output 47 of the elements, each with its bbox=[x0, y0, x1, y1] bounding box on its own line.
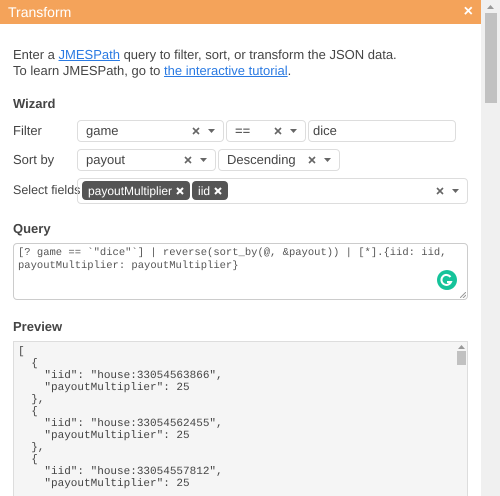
value-field[interactable]: dice bbox=[308, 120, 456, 142]
resize-handle-icon[interactable] bbox=[460, 292, 466, 298]
dialog-title: Transform bbox=[8, 2, 72, 22]
preview-line: "iid": "house:33054562455", bbox=[43, 418, 223, 430]
query-text: [? game == `"dice"`] | reverse(sort_by(@, &payout)) | [*].{iid: iid, payoutMultiplier: payoutMultiplier} bbox=[18, 247, 448, 273]
preview-line: "payoutMultiplier": 25 bbox=[43, 382, 190, 394]
intro-text: Enter a JMESPath query to filter, sort, or transform the JSON data. To learn JMESPath, go to the interactive tutorial. bbox=[13, 47, 398, 79]
jmespath-link[interactable]: JMESPath bbox=[58, 47, 120, 62]
clear-icon[interactable] bbox=[192, 126, 200, 134]
preview-line: }, bbox=[30, 442, 44, 454]
filter-label: Filter bbox=[13, 122, 43, 140]
wizard-heading: Wizard bbox=[13, 95, 56, 113]
preview-line: "payoutMultiplier": 25 bbox=[43, 430, 190, 442]
sort-field-select[interactable]: payout bbox=[77, 148, 216, 170]
remove-icon[interactable] bbox=[214, 186, 222, 194]
clear-icon[interactable] bbox=[436, 186, 444, 194]
remove-icon[interactable] bbox=[176, 186, 184, 194]
scroll-thumb[interactable] bbox=[456, 350, 466, 364]
preview-line: { bbox=[30, 406, 38, 418]
clear-icon[interactable] bbox=[184, 156, 192, 164]
preview-line: "iid": "house:33054563866", bbox=[43, 370, 223, 382]
query-textarea[interactable]: [? game == `"dice"`] | reverse(sort_by(@, &payout)) | [*].{iid: iid, payoutMultiplier: payoutMultiplier} bbox=[13, 243, 468, 300]
clear-icon[interactable] bbox=[274, 126, 282, 134]
query-heading: Query bbox=[13, 220, 52, 238]
preview-heading: Preview bbox=[13, 318, 64, 336]
preview-line: }, bbox=[30, 394, 44, 406]
field-select[interactable]: game bbox=[77, 120, 224, 142]
preview-line: { bbox=[30, 454, 38, 466]
caret-icon[interactable] bbox=[452, 188, 459, 192]
preview-line: [ bbox=[18, 346, 25, 358]
preview-line: { bbox=[30, 358, 38, 370]
preview-line: "payoutMultiplier": 25 bbox=[43, 478, 190, 490]
operator-select[interactable]: == bbox=[226, 120, 306, 142]
tutorial-link[interactable]: the interactive tutorial bbox=[164, 63, 288, 78]
caret-icon[interactable] bbox=[290, 128, 297, 132]
field-tag[interactable]: iid bbox=[192, 181, 228, 200]
order-select[interactable]: Descending bbox=[218, 148, 340, 170]
page-scrollbar[interactable] bbox=[481, 0, 500, 496]
field-tag[interactable]: payoutMultiplier bbox=[82, 181, 190, 200]
caret-icon[interactable] bbox=[200, 158, 207, 162]
scroll-thumb[interactable] bbox=[484, 13, 496, 103]
caret-icon[interactable] bbox=[208, 128, 215, 132]
sort-label: Sort by bbox=[13, 150, 56, 169]
clear-icon[interactable] bbox=[308, 156, 316, 164]
preview-line: "iid": "house:33054557812", bbox=[43, 466, 223, 478]
caret-icon[interactable] bbox=[324, 158, 331, 162]
scroll-up-icon[interactable] bbox=[458, 344, 464, 348]
